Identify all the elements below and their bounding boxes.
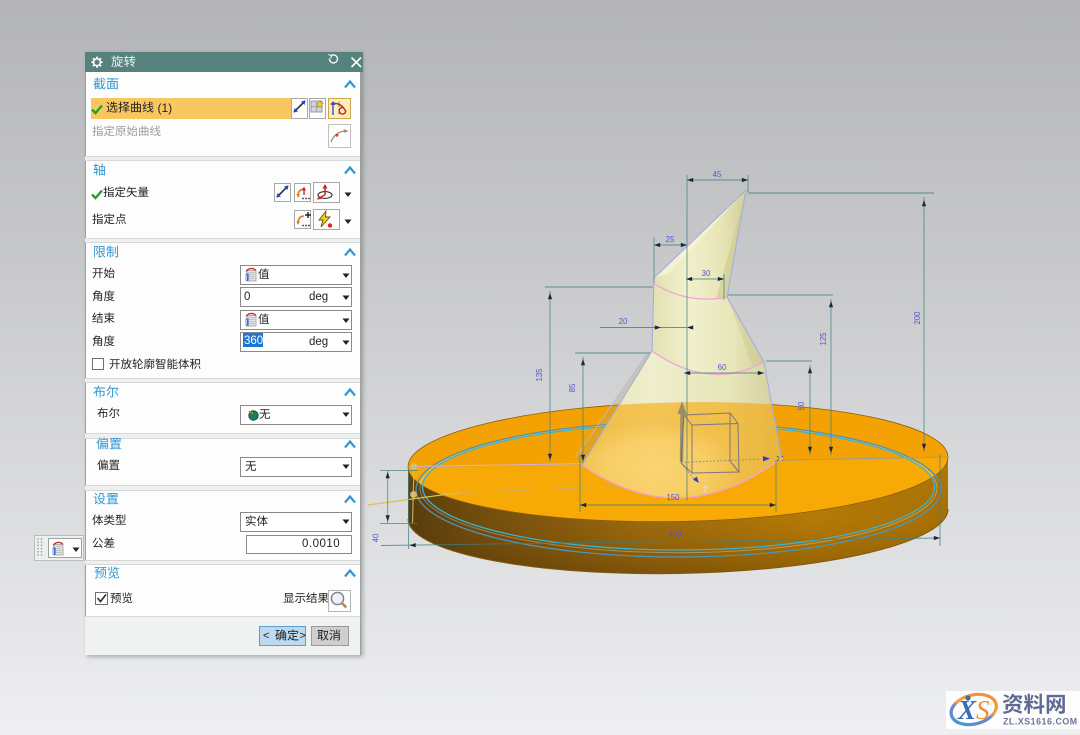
- svg-text:25: 25: [666, 235, 675, 244]
- svg-text:45: 45: [713, 170, 722, 179]
- svg-text:2: 2: [703, 485, 708, 494]
- svg-text:40: 40: [372, 533, 381, 542]
- svg-text:S: S: [976, 695, 990, 725]
- svg-text:150: 150: [666, 493, 680, 502]
- svg-text:60: 60: [718, 363, 727, 372]
- svg-text:20: 20: [619, 317, 628, 326]
- svg-text:135: 135: [535, 368, 544, 382]
- svg-text:30: 30: [702, 269, 711, 278]
- svg-text:200: 200: [913, 311, 922, 325]
- svg-text:125: 125: [819, 332, 828, 346]
- svg-text:X: X: [957, 695, 977, 725]
- svg-text:50: 50: [797, 401, 806, 410]
- svg-text:85: 85: [568, 383, 577, 392]
- svg-text:400: 400: [668, 530, 682, 539]
